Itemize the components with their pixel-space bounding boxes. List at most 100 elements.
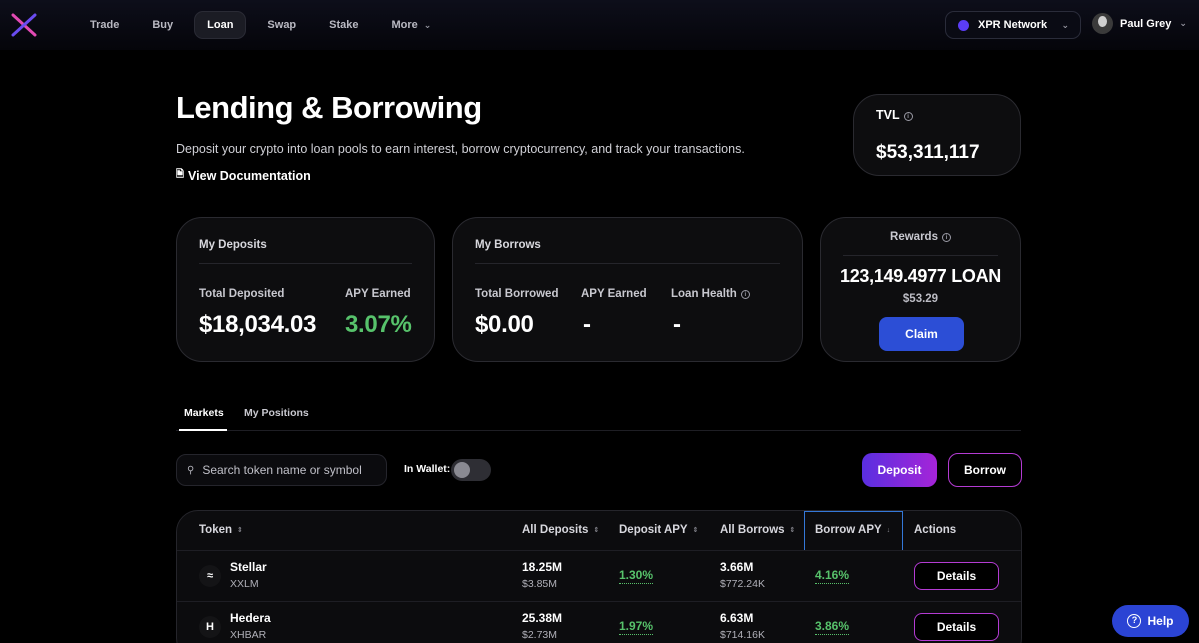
column-header-label: Actions: [914, 524, 957, 536]
in-wallet-label: In Wallet:: [404, 463, 451, 475]
token-name: Hedera: [230, 611, 271, 625]
nav-swap-label: Swap: [267, 19, 297, 31]
total-borrowed-label: Total Borrowed: [475, 288, 559, 300]
column-header-deposit-apy[interactable]: Deposit APY ⇕: [619, 524, 698, 536]
top-navigation-bar: Trade Buy Loan Swap Stake More ⌄ XPR Netw…: [0, 0, 1199, 50]
column-header-all-deposits[interactable]: All Deposits ⇕: [522, 524, 599, 536]
main-nav: Trade Buy Loan Swap Stake More ⌄: [78, 11, 452, 39]
column-header-label: All Borrows: [720, 524, 785, 536]
document-icon: 🗎: [176, 169, 185, 180]
column-header-actions: Actions: [914, 524, 956, 536]
all-deposits-usd: $3.85M: [522, 578, 558, 590]
user-menu[interactable]: Paul Grey ⌄: [1092, 13, 1187, 34]
deposit-apy-earned-label: APY Earned: [345, 288, 411, 300]
user-name: Paul Grey: [1120, 17, 1172, 30]
borrow-apy-earned-value: -: [583, 311, 591, 338]
details-button[interactable]: Details: [914, 562, 999, 590]
info-icon[interactable]: i: [903, 112, 913, 121]
search-input[interactable]: [202, 463, 368, 477]
tab-my-positions[interactable]: My Positions: [244, 407, 309, 419]
my-borrows-title: My Borrows: [475, 239, 541, 251]
deposit-button-label: Deposit: [877, 463, 922, 477]
sort-icon: ⇕: [237, 527, 243, 534]
all-borrows-usd: $714.16K: [720, 629, 765, 641]
total-deposited-label: Total Deposited: [199, 288, 285, 300]
rewards-title: Rewards: [890, 231, 938, 243]
borrow-button-label: Borrow: [964, 463, 1006, 477]
deposit-button[interactable]: Deposit: [862, 453, 937, 487]
details-button-label: Details: [936, 620, 977, 634]
logo-icon[interactable]: [11, 13, 37, 37]
borrow-button[interactable]: Borrow: [948, 453, 1022, 487]
nav-swap[interactable]: Swap: [255, 11, 308, 39]
borrow-apy-earned-label: APY Earned: [581, 288, 647, 300]
deposit-apy-earned-value: 3.07%: [345, 311, 412, 338]
sort-icon: ⇕: [692, 527, 699, 534]
my-borrows-card: My Borrows Total Borrowed $0.00 APY Earn…: [452, 217, 803, 362]
rewards-usd-value: $53.29: [902, 293, 939, 305]
stellar-icon: ≈: [199, 565, 221, 587]
column-header-label: All Deposits: [522, 524, 589, 536]
active-tab-indicator: [179, 429, 227, 431]
column-header-all-borrows[interactable]: All Borrows ⇕: [720, 524, 795, 536]
all-borrows-usd: $772.24K: [720, 578, 765, 590]
token-name: Stellar: [230, 560, 267, 574]
view-documentation-link[interactable]: 🗎 View Documentation: [176, 167, 311, 184]
column-header-label: Borrow APY: [815, 524, 882, 536]
loan-health-value: -: [673, 311, 681, 338]
my-deposits-title: My Deposits: [199, 239, 267, 251]
network-selector[interactable]: XPR Network ⌄: [945, 11, 1081, 39]
nav-stake-label: Stake: [329, 19, 359, 31]
loan-health-label-row: Loan Health i: [671, 288, 750, 300]
all-deposits-usd: $2.73M: [522, 629, 558, 641]
help-button[interactable]: ? Help: [1112, 605, 1189, 637]
nav-trade-label: Trade: [90, 19, 120, 31]
nav-more[interactable]: More ⌄: [380, 11, 444, 39]
info-icon[interactable]: i: [941, 233, 951, 242]
deposit-apy-value[interactable]: 1.97%: [619, 619, 654, 635]
chevron-down-icon: ⌄: [1061, 19, 1069, 30]
token-symbol: XHBAR: [230, 629, 267, 641]
nav-buy[interactable]: Buy: [140, 11, 185, 39]
column-header-label: Deposit APY: [619, 524, 688, 536]
nav-stake[interactable]: Stake: [317, 11, 370, 39]
total-borrowed-value: $0.00: [475, 311, 534, 338]
token-symbol: XXLM: [230, 578, 259, 590]
divider: [843, 255, 998, 256]
details-button[interactable]: Details: [914, 613, 999, 641]
search-field[interactable]: ⚲: [176, 454, 387, 486]
chevron-down-icon: ⌄: [423, 19, 432, 30]
sort-icon: ⇕: [789, 527, 796, 534]
divider: [199, 263, 412, 264]
avatar: [1092, 13, 1113, 34]
info-icon[interactable]: i: [740, 290, 750, 299]
page-title: Lending & Borrowing: [176, 90, 482, 125]
borrow-apy-value[interactable]: 3.86%: [815, 619, 850, 635]
chevron-down-icon: ⌄: [1179, 18, 1187, 28]
markets-table: Token ⇕ All Deposits ⇕ Deposit APY ⇕ All Bo…: [176, 510, 1022, 643]
borrow-apy-value[interactable]: 4.16%: [815, 568, 850, 584]
column-header-borrow-apy[interactable]: Borrow APY ↓: [815, 524, 890, 536]
loan-health-label: Loan Health: [671, 288, 737, 300]
my-deposits-card: My Deposits Total Deposited $18,034.03 A…: [176, 217, 435, 362]
help-button-label: Help: [1147, 614, 1174, 628]
deposit-apy-value[interactable]: 1.30%: [619, 568, 654, 584]
nav-trade[interactable]: Trade: [78, 11, 131, 39]
tab-markets[interactable]: Markets: [184, 407, 224, 419]
tab-markets-label: Markets: [184, 407, 224, 419]
nav-loan[interactable]: Loan: [194, 11, 247, 39]
divider: [475, 263, 780, 264]
column-header-token[interactable]: Token ⇕: [199, 524, 243, 536]
claim-button[interactable]: Claim: [879, 317, 964, 351]
rewards-amount: 123,149.4977 LOAN: [839, 266, 1001, 286]
page-subtitle: Deposit your crypto into loan pools to e…: [176, 142, 745, 156]
sort-icon: ⇕: [593, 527, 600, 534]
rewards-card: Rewards i 123,149.4977 LOAN $53.29 Claim: [820, 217, 1021, 362]
tvl-card: TVL i $53,311,117: [853, 94, 1021, 176]
table-row: ≈ Stellar XXLM 18.25M $3.85M 1.30% 3.66M…: [177, 550, 1021, 600]
in-wallet-toggle[interactable]: [451, 459, 491, 481]
question-icon: ?: [1127, 614, 1142, 628]
rewards-title-row: Rewards i: [821, 231, 1020, 243]
nav-buy-label: Buy: [152, 19, 174, 31]
search-icon: ⚲: [187, 464, 195, 476]
